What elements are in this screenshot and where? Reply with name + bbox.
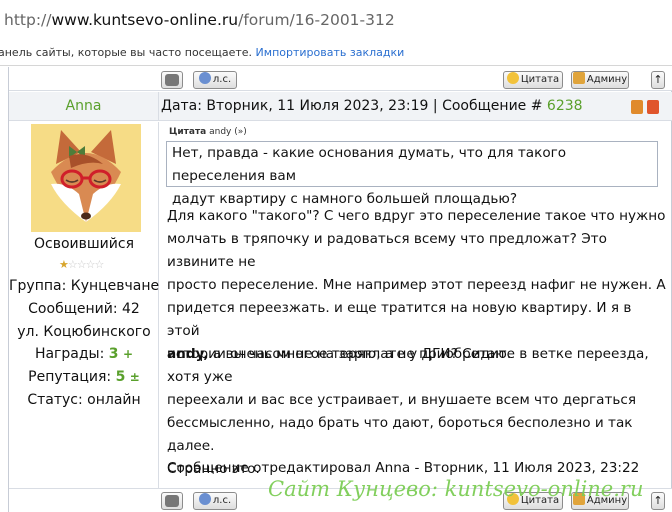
import-bookmarks-link[interactable]: Импортировать закладки <box>256 46 405 59</box>
thumbs-down-icon[interactable] <box>647 100 659 114</box>
post-meta: Дата: Вторник, 11 Июля 2023, 23:19 | Соо… <box>161 98 583 114</box>
site-watermark: Сайт Кунцево: kuntsevo-online.ru <box>268 477 644 501</box>
quote-label: Цитата <box>520 74 560 85</box>
user-street: ул. Коцюбинского <box>17 324 151 340</box>
post-number-link[interactable]: 6238 <box>547 98 583 114</box>
users-icon <box>198 72 211 84</box>
reputation-value[interactable]: 5 <box>116 369 126 385</box>
text-line: придется переезжать. и еще тратится на н… <box>167 300 632 339</box>
reputation-plusminus-button[interactable]: ± <box>130 370 140 384</box>
url-text[interactable]: http://www.kuntsevo-online.ru/forum/16-2… <box>4 11 395 29</box>
quote-block: Нет, правда - какие основания думать, чт… <box>166 141 658 207</box>
fox-avatar-image <box>31 124 141 232</box>
text-line: andy, а вы часом не на зарплате у ДГИ? С… <box>167 343 667 389</box>
avatar[interactable] <box>31 124 141 232</box>
user-messages: Сообщений: 42 <box>28 301 140 317</box>
url-path: /forum/16-2001-312 <box>238 11 395 29</box>
quote-title: Цитата <box>169 127 207 137</box>
mention-name: andy, <box>167 346 209 362</box>
scroll-up-button[interactable]: ↑ <box>651 492 665 510</box>
address-bar[interactable]: http://www.kuntsevo-online.ru/forum/16-2… <box>0 0 672 40</box>
url-host: www.kuntsevo-online.ru <box>51 11 239 29</box>
user-awards: Награды: 3 + <box>9 346 159 362</box>
quote-line: Нет, правда - какие основания думать, чт… <box>172 145 567 184</box>
speech-bubble-icon <box>506 72 519 84</box>
rating-stars: ★☆☆☆☆ <box>59 258 104 271</box>
arrow-up-icon: ↑ <box>653 73 663 86</box>
author-profile: Освоившийся ★☆☆☆☆ Группа: Кунцевчане Соо… <box>9 122 159 488</box>
quote-author: andy <box>209 127 232 137</box>
arrow-up-icon: ↑ <box>653 494 663 507</box>
pm-label: л.с. <box>212 74 232 85</box>
awards-value[interactable]: 3 <box>109 346 119 362</box>
post-date: Дата: Вторник, 11 Июля 2023, 23:19 | Соо… <box>161 98 543 114</box>
alert-icon <box>572 72 585 84</box>
quote-source-link[interactable]: (») <box>234 127 247 137</box>
text-line: Для какого "такого"? С чего вдруг это пе… <box>167 208 666 224</box>
user-group: Группа: Кунцевчане <box>9 278 160 294</box>
pm-label: л.с. <box>212 495 232 506</box>
star-empty-icon: ☆☆☆☆ <box>67 258 104 271</box>
user-rank: Освоившийся <box>33 236 134 252</box>
users-icon <box>198 493 211 505</box>
bookmarks-hint: анель сайты, которые вы часто посещаете. <box>0 46 253 59</box>
profile-button[interactable] <box>161 71 183 89</box>
text-span: а вы часом не на зарплате у ДГИ? Сидите … <box>167 346 649 385</box>
user-card-icon <box>165 495 179 507</box>
post-header: Anna Дата: Вторник, 11 Июля 2023, 23:19 … <box>9 92 672 121</box>
post-paragraph-1: Для какого "такого"? С чего вдруг это пе… <box>167 205 667 366</box>
text-line: переехали и вас все устраивает, и внушае… <box>167 392 637 408</box>
reputation-label: Репутация: <box>28 369 112 385</box>
private-message-button[interactable]: л.с. <box>193 492 237 510</box>
awards-label: Награды: <box>34 346 105 362</box>
bookmarks-bar: анель сайты, которые вы часто посещаете.… <box>0 40 672 66</box>
admin-label: Админу <box>586 74 628 85</box>
text-line: молчать в тряпочку и радоваться всему чт… <box>167 231 607 270</box>
award-plus-button[interactable]: + <box>123 347 133 361</box>
forum-post: л.с. Цитата Админу ↑ Anna Дата: Вторник,… <box>8 67 672 512</box>
private-message-button[interactable]: л.с. <box>193 71 237 89</box>
quote-header: Цитата andy (») <box>169 127 247 137</box>
profile-button[interactable] <box>161 492 183 510</box>
thumbs-up-icon[interactable] <box>631 100 643 114</box>
user-status: Статус: онлайн <box>27 392 141 408</box>
scroll-up-button[interactable]: ↑ <box>651 71 665 89</box>
report-admin-button[interactable]: Админу <box>571 71 629 89</box>
url-scheme: http:// <box>4 11 52 29</box>
text-line: бессмысленно, надо брать что дают, борот… <box>167 415 633 454</box>
post-toolbar-top: л.с. Цитата Админу ↑ <box>9 67 672 91</box>
post-author[interactable]: Anna <box>9 92 159 121</box>
quote-button[interactable]: Цитата <box>503 71 563 89</box>
text-line: просто переселение. Мне например этот пе… <box>167 277 666 293</box>
user-reputation: Репутация: 5 ± <box>9 369 159 385</box>
post-content: Цитата andy (») Нет, правда - какие осно… <box>161 122 672 488</box>
user-card-icon <box>165 74 179 86</box>
star-filled-icon: ★ <box>59 258 69 271</box>
